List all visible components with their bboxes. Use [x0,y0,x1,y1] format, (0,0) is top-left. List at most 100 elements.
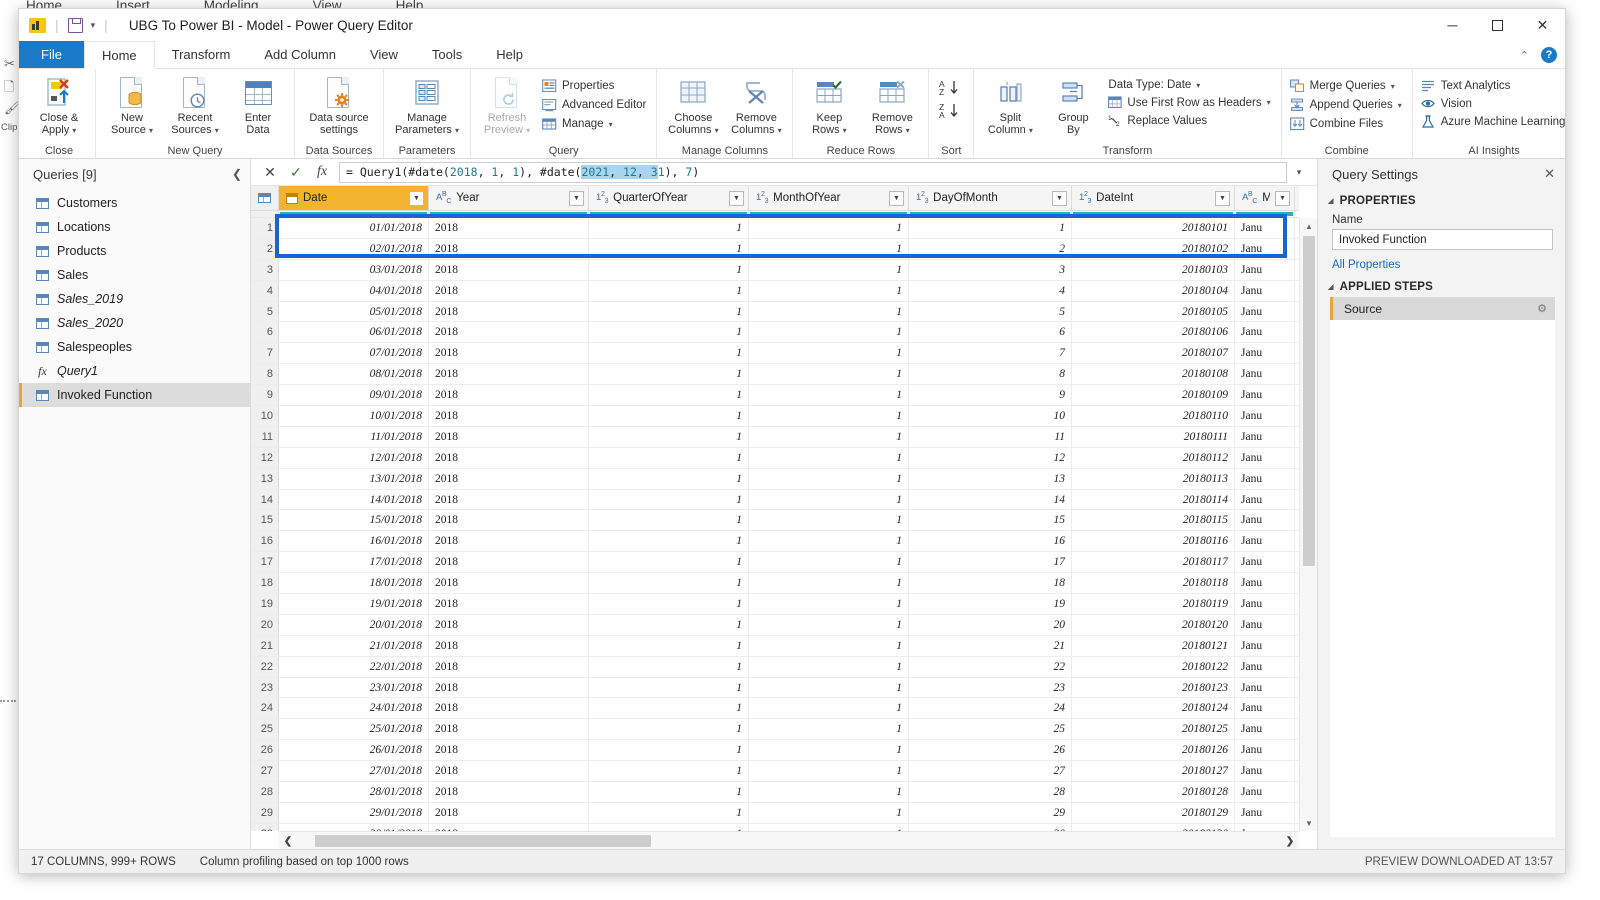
cell-year[interactable]: 2018 [429,301,589,322]
horizontal-scrollbar[interactable]: ❮ ❯ [279,831,1299,849]
column-filter-dropdown-icon[interactable]: ▼ [1052,190,1067,206]
column-header-mon[interactable]: ABC Mon ▼ [1235,186,1295,210]
cell-date[interactable]: 25/01/2018 [279,719,429,740]
cell-dateint[interactable]: 20180118 [1072,573,1235,594]
use-first-row-as-headers-button[interactable]: Use First Row as Headers ▾ [1105,94,1275,111]
cell-dayofmonth[interactable]: 18 [909,573,1072,594]
cell-year[interactable]: 2018 [429,635,589,656]
cell-year[interactable]: 2018 [429,343,589,364]
cell-year[interactable]: 2018 [429,426,589,447]
cell-mon[interactable]: Janu [1235,698,1295,719]
cell-quarterofyear[interactable]: 1 [589,280,749,301]
cell-dateint[interactable]: 20180121 [1072,635,1235,656]
manage-parameters-button[interactable]: Manage Parameters ▾ [389,74,465,139]
table-row[interactable]: 23 23/01/2018 2018 1 1 23 20180123 Janu [251,677,1299,699]
column-filter-dropdown-icon[interactable]: ▼ [729,190,744,206]
tab-view[interactable]: View [353,41,415,68]
column-header-quarterofyear[interactable]: 123 QuarterOfYear ▼ [589,186,749,210]
cell-quarterofyear[interactable]: 1 [589,489,749,510]
query-item-sales-2019[interactable]: Sales_2019 [19,287,250,311]
cell-quarterofyear[interactable]: 1 [589,823,749,831]
cell-dayofmonth[interactable]: 27 [909,761,1072,782]
cell-mon[interactable]: Janu [1235,343,1295,364]
close-button[interactable]: ✕ [1520,9,1565,41]
cell-dateint[interactable]: 20180112 [1072,447,1235,468]
query-item-sales[interactable]: Sales [19,263,250,287]
cell-quarterofyear[interactable]: 1 [589,698,749,719]
cell-date[interactable]: 20/01/2018 [279,614,429,635]
choose-columns-button[interactable]: Choose Columns ▾ [662,74,724,139]
cell-quarterofyear[interactable]: 1 [589,343,749,364]
cell-dateint[interactable]: 20180116 [1072,531,1235,552]
cell-year[interactable]: 2018 [429,656,589,677]
cell-dayofmonth[interactable]: 24 [909,698,1072,719]
cell-year[interactable]: 2018 [429,510,589,531]
cell-year[interactable]: 2018 [429,280,589,301]
cell-dateint[interactable]: 20180119 [1072,594,1235,614]
cell-dayofmonth[interactable]: 25 [909,719,1072,740]
cell-mon[interactable]: Janu [1235,782,1295,802]
cancel-formula-icon[interactable]: ✕ [257,161,283,183]
cell-quarterofyear[interactable]: 1 [589,406,749,426]
column-filter-dropdown-icon[interactable]: ▼ [569,190,584,206]
cell-date[interactable]: 29/01/2018 [279,802,429,823]
cell-date[interactable]: 08/01/2018 [279,364,429,385]
cell-quarterofyear[interactable]: 1 [589,510,749,531]
table-row[interactable]: 1 01/01/2018 2018 1 1 1 20180101 Janu [251,218,1299,239]
table-row[interactable]: 13 13/01/2018 2018 1 1 13 20180113 Janu [251,468,1299,490]
cell-year[interactable]: 2018 [429,614,589,635]
table-row[interactable]: 22 22/01/2018 2018 1 1 22 20180122 Janu [251,656,1299,678]
cell-dateint[interactable]: 20180123 [1072,677,1235,698]
cell-monthofyear[interactable]: 1 [749,740,909,761]
maximize-button[interactable] [1475,9,1520,41]
cell-year[interactable]: 2018 [429,322,589,343]
cell-year[interactable]: 2018 [429,677,589,698]
cell-date[interactable]: 02/01/2018 [279,238,429,259]
save-icon[interactable] [67,17,83,33]
cell-dateint[interactable]: 20180104 [1072,280,1235,301]
tab-file[interactable]: File [19,41,84,68]
cell-dayofmonth[interactable]: 7 [909,343,1072,364]
cell-quarterofyear[interactable]: 1 [589,782,749,802]
cell-monthofyear[interactable]: 1 [749,782,909,802]
cell-dateint[interactable]: 20180108 [1072,364,1235,385]
cell-monthofyear[interactable]: 1 [749,531,909,552]
cell-quarterofyear[interactable]: 1 [589,447,749,468]
azure-machine-learning-button[interactable]: Azure Machine Learning [1418,113,1571,130]
cell-year[interactable]: 2018 [429,531,589,552]
cell-dateint[interactable]: 20180105 [1072,301,1235,322]
cell-date[interactable]: 28/01/2018 [279,782,429,802]
cell-year[interactable]: 2018 [429,802,589,823]
gear-icon[interactable]: ⚙ [1537,302,1547,315]
cell-date[interactable]: 26/01/2018 [279,740,429,761]
cell-date[interactable]: 16/01/2018 [279,531,429,552]
cell-monthofyear[interactable]: 1 [749,364,909,385]
cell-monthofyear[interactable]: 1 [749,656,909,677]
cell-monthofyear[interactable]: 1 [749,238,909,259]
table-row[interactable]: 24 24/01/2018 2018 1 1 24 20180124 Janu [251,698,1299,720]
scroll-up-icon[interactable]: ▲ [1300,218,1317,234]
cell-date[interactable]: 09/01/2018 [279,385,429,406]
cell-year[interactable]: 2018 [429,218,589,238]
refresh-preview-button[interactable]: Refresh Preview ▾ [476,74,538,139]
table-row[interactable]: 26 26/01/2018 2018 1 1 26 20180126 Janu [251,740,1299,762]
cell-mon[interactable]: Janu [1235,510,1295,531]
cell-date[interactable]: 07/01/2018 [279,343,429,364]
cell-year[interactable]: 2018 [429,761,589,782]
cell-mon[interactable]: Janu [1235,322,1295,343]
cell-dayofmonth[interactable]: 9 [909,385,1072,406]
close-icon[interactable]: ✕ [1544,166,1555,182]
table-row[interactable]: 19 19/01/2018 2018 1 1 19 20180119 Janu [251,594,1299,615]
group-by-button[interactable]: Group By [1042,74,1104,138]
cell-date[interactable]: 15/01/2018 [279,510,429,531]
cell-mon[interactable]: Janu [1235,280,1295,301]
cell-dateint[interactable]: 20180127 [1072,761,1235,782]
applied-steps-section-header[interactable]: ◢ APPLIED STEPS [1318,275,1565,297]
cell-quarterofyear[interactable]: 1 [589,426,749,447]
vertical-scroll-thumb[interactable] [1303,236,1315,566]
cell-year[interactable]: 2018 [429,238,589,259]
cell-date[interactable]: 23/01/2018 [279,677,429,698]
cell-dayofmonth[interactable]: 28 [909,782,1072,802]
applied-step-source[interactable]: Source ⚙ [1330,297,1555,320]
properties-button[interactable]: Properties [539,77,651,95]
